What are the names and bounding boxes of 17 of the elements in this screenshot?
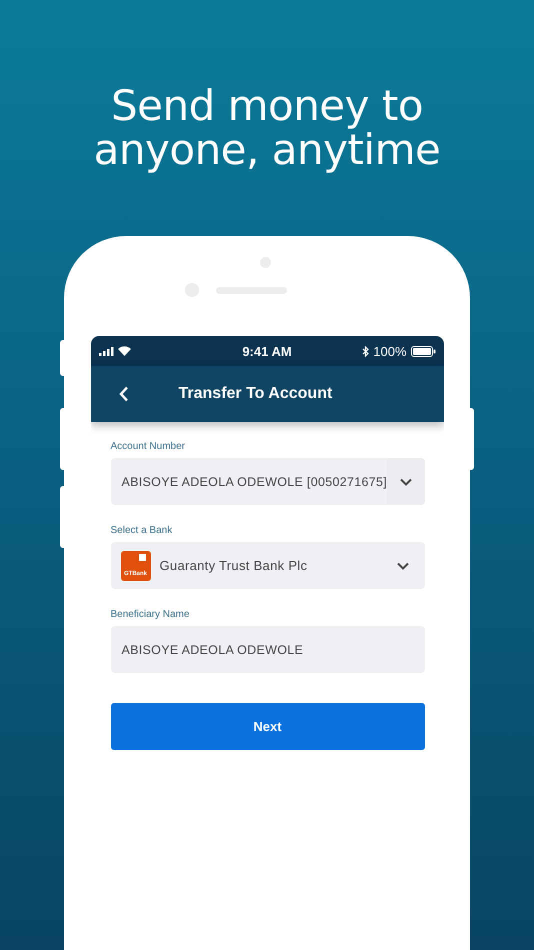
battery-percent: 100%: [373, 344, 406, 358]
battery-icon: [410, 346, 436, 356]
signal-icon: [98, 346, 114, 356]
status-time: 9:41 AM: [242, 344, 292, 358]
back-icon: [118, 386, 128, 402]
next-button[interactable]: Next: [110, 703, 424, 750]
wifi-icon: [118, 346, 130, 356]
field-label: Select a Bank: [110, 525, 174, 536]
chevron-down-icon: [400, 478, 412, 486]
chevron-down-icon: [396, 562, 408, 570]
headline: Send money to anyone, anytime: [92, 84, 442, 172]
field-label: Account Number: [110, 441, 186, 452]
bluetooth-icon: [362, 346, 370, 356]
beneficiary-name-field[interactable]: ABISOYE ADEOLA ODEWOLE: [110, 626, 424, 673]
field-label: Beneficiary Name: [110, 609, 190, 620]
account-dropdown[interactable]: ABISOYE ADEOLA ODEWOLE [0050271675]: [110, 458, 424, 505]
screen-title: Transfer To Account: [178, 385, 332, 403]
